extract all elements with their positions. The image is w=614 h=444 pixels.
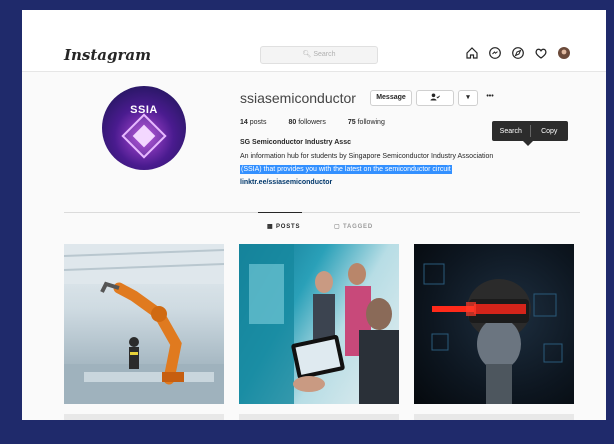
followers-count[interactable]: 80 followers xyxy=(288,119,325,126)
students-tablet-image xyxy=(239,244,399,404)
browser-frame: Instagram 🔍︎ Search SSIA ssiasemiconduct… xyxy=(22,10,606,420)
profile-page: SSIA ssiasemiconductor Message ▾ ••• 14 … xyxy=(22,72,606,420)
vr-headset-image xyxy=(423,263,563,404)
posts-count: 14 posts xyxy=(240,119,267,126)
messenger-icon[interactable] xyxy=(488,46,502,60)
next-row-post-2[interactable] xyxy=(239,414,399,420)
copy-menu-item[interactable]: Copy xyxy=(531,128,569,135)
tab-posts[interactable]: ▦ POSTS xyxy=(267,223,300,230)
instagram-logo[interactable]: Instagram xyxy=(64,46,151,64)
search-menu-item[interactable]: Search xyxy=(492,128,530,135)
menu-pointer xyxy=(523,141,533,146)
tab-tagged[interactable]: ▢ TAGGED xyxy=(334,223,373,230)
nav-icons xyxy=(465,46,571,60)
search-placeholder: Search xyxy=(313,51,336,58)
next-row-post-1[interactable] xyxy=(64,414,224,420)
bio-line-2: (SSIA) that provides you with the latest… xyxy=(240,165,452,174)
heart-icon[interactable] xyxy=(534,46,548,60)
grid-icon: ▦ xyxy=(267,224,274,230)
robot-arm-image xyxy=(64,244,224,404)
following-button[interactable] xyxy=(416,90,454,106)
bio-display-name: SG Semiconductor Industry Assc xyxy=(240,139,351,146)
post-vr-headset[interactable] xyxy=(414,244,574,404)
post-students-tablet[interactable] xyxy=(239,244,399,404)
more-options-button[interactable]: ••• xyxy=(482,90,498,106)
tag-icon: ▢ xyxy=(334,224,341,230)
home-icon[interactable] xyxy=(465,46,479,60)
profile-stats: 14 posts 80 followers 75 following xyxy=(240,119,385,126)
tab-posts-label: POSTS xyxy=(275,224,301,230)
profile-avatar-icon[interactable] xyxy=(557,46,571,60)
bio-line-1: An information hub for students by Singa… xyxy=(240,153,494,160)
selected-text: (SSIA) that provides you with the latest… xyxy=(240,165,452,174)
text-selection-menu: Search Copy xyxy=(492,121,568,141)
following-count[interactable]: 75 following xyxy=(348,119,385,126)
bio-link[interactable]: linktr.ee/ssiasemiconductor xyxy=(240,179,332,186)
active-tab-indicator xyxy=(258,212,302,213)
tabs-divider xyxy=(64,212,580,213)
search-input[interactable]: 🔍︎ Search xyxy=(260,46,378,64)
tab-tagged-label: TAGGED xyxy=(342,224,373,230)
person-check-icon xyxy=(430,93,440,101)
next-row-post-3[interactable] xyxy=(414,414,574,420)
suggested-dropdown-button[interactable]: ▾ xyxy=(458,90,478,106)
post-robot-arm[interactable] xyxy=(64,244,224,404)
message-button[interactable]: Message xyxy=(370,90,412,106)
explore-icon[interactable] xyxy=(511,46,525,60)
profile-username: ssiasemiconductor xyxy=(240,90,356,106)
profile-avatar[interactable]: SSIA xyxy=(102,86,186,170)
top-navigation-bar: Instagram 🔍︎ Search xyxy=(22,38,606,72)
